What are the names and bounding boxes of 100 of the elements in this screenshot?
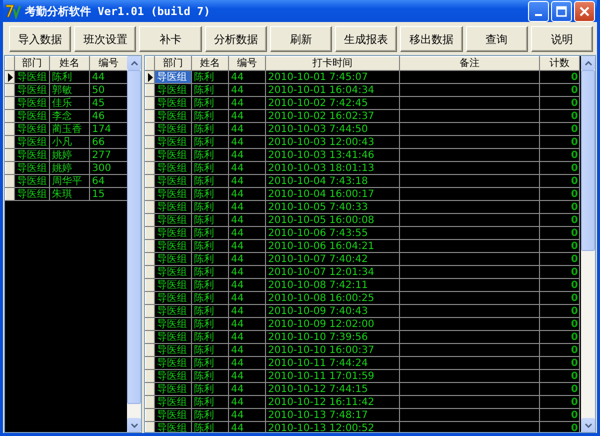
table-cell: 0	[571, 384, 578, 394]
table-cell: 导医组	[17, 150, 47, 160]
close-button[interactable]	[574, 0, 595, 22]
column-header[interactable]: 计数	[540, 56, 580, 70]
maximize-button[interactable]	[551, 0, 572, 22]
column-header[interactable]: 编号	[90, 56, 127, 70]
table-cell: 陈利	[194, 228, 214, 238]
table-cell: 44	[231, 396, 244, 408]
vertical-scrollbar[interactable]	[127, 56, 141, 432]
table-cell: 2010-10-13 12:00:52	[268, 422, 374, 432]
table-cell: 0	[571, 188, 578, 200]
table-cell: 导医组	[157, 358, 187, 368]
table-cell: 陈利	[194, 266, 214, 278]
toolbar-button[interactable]: 移出数据	[400, 26, 463, 52]
toolbar-button[interactable]: 导入数据	[9, 26, 72, 52]
table-cell: 0	[571, 266, 578, 278]
table-cell: 姚婷	[52, 150, 72, 160]
table-cell: 44	[231, 306, 244, 316]
table-cell: 2010-10-05 16:00:08	[268, 214, 374, 226]
table-cell: 导医组	[157, 280, 187, 290]
table-cell: 陈利	[194, 176, 214, 186]
toolbar-button[interactable]: 生成报表	[335, 26, 398, 52]
table-cell: 44	[231, 422, 244, 432]
table-cell: 2010-10-01 16:04:34	[268, 84, 374, 96]
minimize-button[interactable]	[528, 0, 549, 22]
table-cell: 2010-10-03 12:00:43	[268, 136, 374, 148]
table-cell: 0	[571, 410, 578, 420]
table-cell: 0	[571, 280, 578, 290]
column-header[interactable]: 备注	[400, 56, 540, 70]
table-cell: 0	[571, 254, 578, 264]
table-cell: 陈利	[52, 72, 72, 82]
row-indicator[interactable]	[146, 70, 154, 84]
table-cell: 导医组	[157, 188, 187, 200]
scroll-down-icon	[584, 422, 592, 428]
toolbar-button[interactable]: 补卡	[139, 26, 202, 52]
table-cell: 44	[231, 84, 244, 96]
table-cell: 44	[231, 162, 244, 174]
table-cell: 44	[231, 228, 244, 238]
table-cell: 导医组	[157, 318, 187, 330]
table-cell: 陈利	[194, 98, 214, 108]
table-cell: 2010-10-08 7:42:11	[268, 280, 368, 290]
table-cell: 2010-10-08 16:00:25	[268, 292, 374, 304]
table-cell: 陈利	[194, 202, 214, 212]
table-cell: 2010-10-05 7:40:33	[268, 202, 368, 212]
table-cell: 导医组	[17, 110, 47, 122]
toolbar-button[interactable]: 说明	[530, 26, 593, 52]
toolbar-button[interactable]: 分析数据	[204, 26, 267, 52]
column-header[interactable]: 部门	[154, 56, 192, 70]
table-cell: 44	[231, 98, 244, 108]
table-cell: 300	[92, 162, 112, 174]
table-cell: 陈利	[194, 280, 214, 290]
table-cell: 陈利	[194, 124, 214, 134]
table-cell: 陈利	[194, 396, 214, 408]
table-cell: 陈利	[194, 72, 214, 82]
vertical-scrollbar[interactable]	[581, 56, 595, 432]
table-cell: 陈利	[194, 384, 214, 394]
table-cell: 2010-10-03 13:41:46	[268, 150, 374, 160]
table-cell: 导医组	[17, 98, 47, 108]
table-cell: 蔺玉香	[52, 124, 82, 134]
toolbar-button[interactable]: 刷新	[270, 26, 332, 52]
table-cell: 导医组	[17, 162, 47, 174]
table-cell: 0	[571, 370, 578, 382]
table-cell: 陈利	[194, 318, 214, 330]
app-logo-icon	[5, 3, 21, 19]
table-cell: 44	[231, 370, 244, 382]
table-cell: 44	[231, 254, 244, 264]
table-cell: 导医组	[157, 396, 187, 408]
table-cell: 导医组	[157, 344, 187, 356]
column-header[interactable]: 姓名	[50, 56, 90, 70]
table-cell: 0	[571, 150, 578, 160]
table-cell: 44	[231, 344, 244, 356]
table-cell: 44	[231, 202, 244, 212]
table-cell: 0	[571, 396, 578, 408]
table-cell: 2010-10-02 16:02:37	[268, 110, 374, 122]
column-header[interactable]: 部门	[14, 56, 50, 70]
toolbar-button[interactable]: 班次设置	[74, 26, 136, 52]
table-cell: 陈利	[194, 292, 214, 304]
table-cell: 陈利	[194, 162, 214, 174]
column-header[interactable]: 姓名	[192, 56, 228, 70]
column-header[interactable]: 编号	[228, 56, 266, 70]
row-indicator[interactable]	[6, 70, 14, 84]
table-cell: 44	[231, 150, 244, 160]
table-cell: 44	[92, 72, 105, 82]
table-cell: 0	[571, 344, 578, 356]
table-cell: 2010-10-06 16:04:21	[268, 240, 374, 252]
table-cell: 44	[231, 72, 244, 82]
table-cell: 小凡	[52, 136, 72, 148]
table-cell: 导医组	[157, 214, 187, 226]
table-cell: 导医组	[157, 410, 187, 420]
table-cell: 64	[92, 176, 105, 186]
table-cell: 陈利	[194, 306, 214, 316]
table-cell: 导医组	[17, 176, 47, 186]
table-cell: 导医组	[157, 124, 187, 134]
table-cell: 导医组	[17, 136, 47, 148]
table-cell: 导医组	[157, 98, 187, 108]
column-header[interactable]: 打卡时间	[266, 56, 400, 70]
table-cell: 0	[571, 332, 578, 342]
table-cell: 277	[92, 150, 112, 160]
toolbar-button[interactable]: 查询	[466, 26, 528, 52]
scroll-down-icon	[130, 422, 138, 428]
